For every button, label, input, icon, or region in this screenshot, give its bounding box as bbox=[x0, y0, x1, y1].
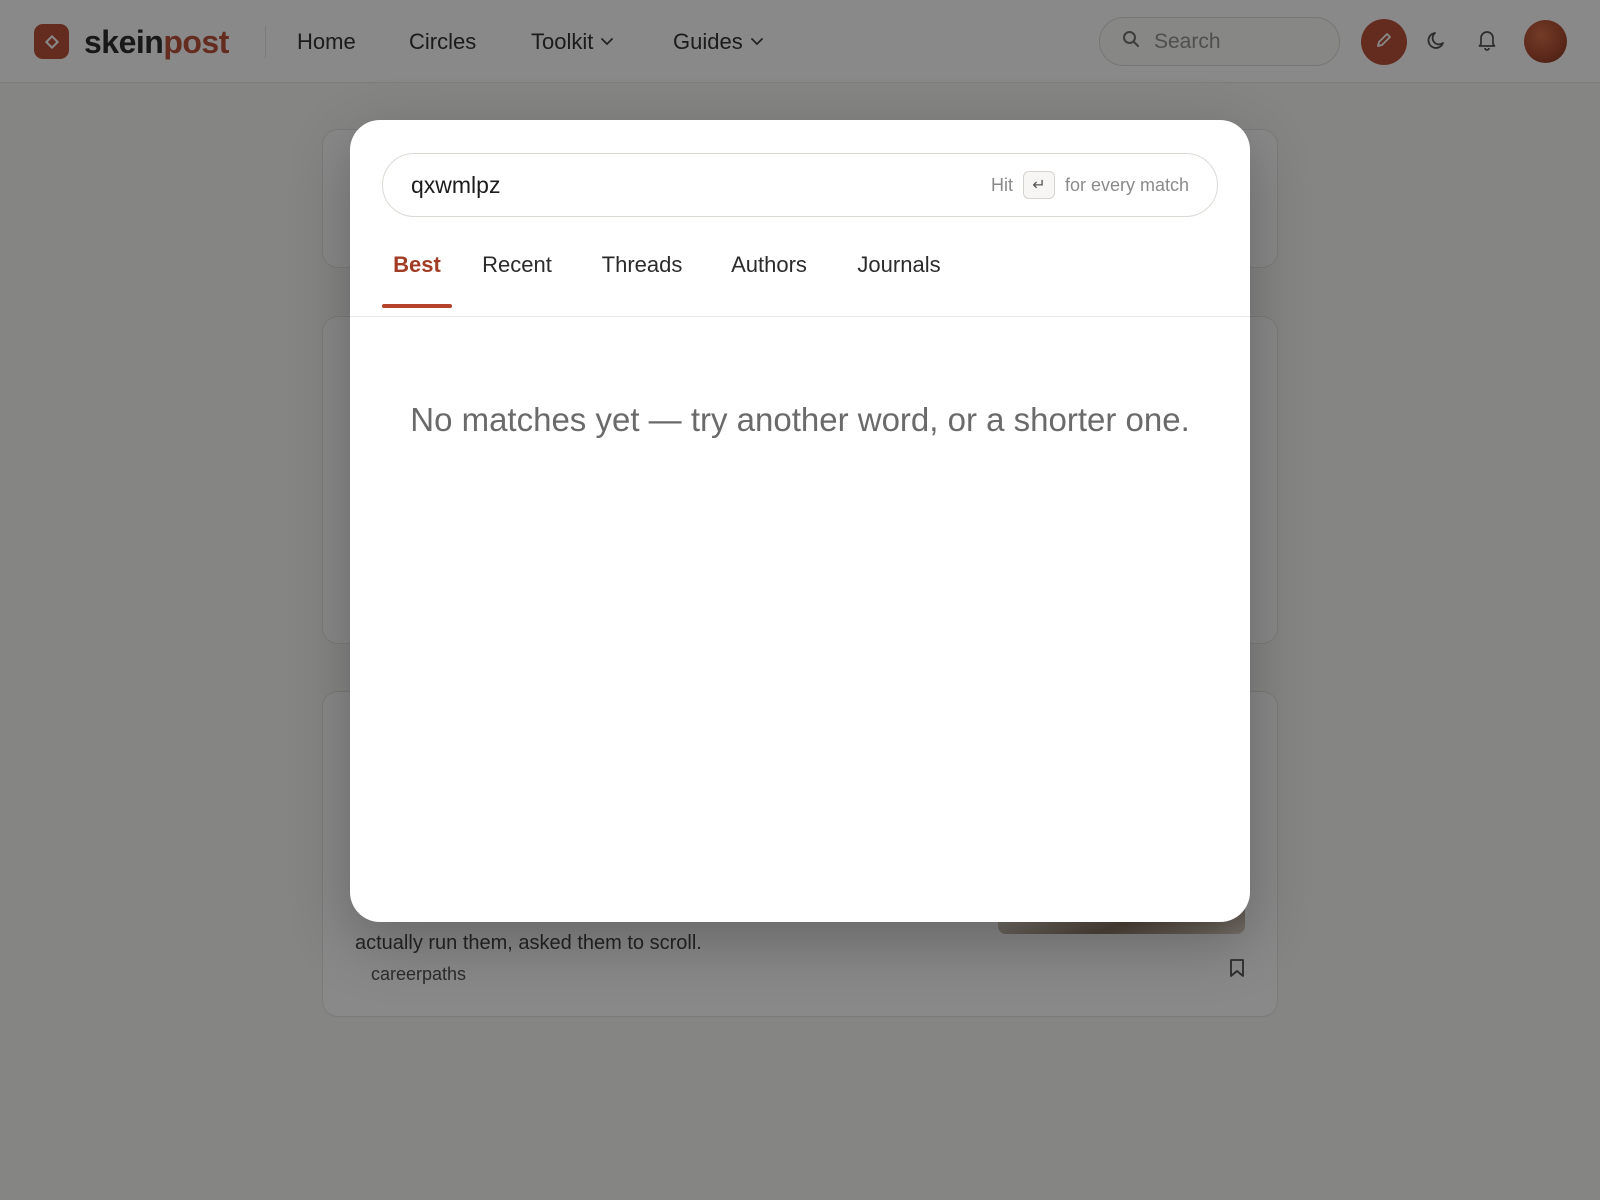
tab-journals[interactable]: Journals bbox=[836, 238, 962, 308]
tab-journals-label: Journals bbox=[857, 252, 941, 277]
search-hint: Hit ↵ for every match bbox=[991, 171, 1189, 199]
tab-best-label: Best bbox=[393, 252, 441, 277]
modal-search-box[interactable]: Hit ↵ for every match bbox=[382, 153, 1218, 217]
tab-threads[interactable]: Threads bbox=[582, 238, 702, 308]
tab-recent[interactable]: Recent bbox=[467, 238, 567, 308]
empty-results-message: No matches yet — try another word, or a … bbox=[410, 401, 1190, 438]
tab-threads-label: Threads bbox=[601, 252, 683, 277]
tab-authors[interactable]: Authors bbox=[712, 238, 826, 308]
tab-best[interactable]: Best bbox=[382, 238, 452, 308]
tab-authors-label: Authors bbox=[731, 252, 807, 277]
enter-key-icon: ↵ bbox=[1022, 171, 1055, 199]
hint-prefix: Hit bbox=[990, 174, 1013, 195]
tab-recent-label: Recent bbox=[482, 252, 552, 277]
hint-suffix: for every match bbox=[1064, 174, 1189, 195]
modal-search-input[interactable] bbox=[411, 171, 991, 199]
search-modal: Hit ↵ for every match Best Recent Thread… bbox=[350, 120, 1250, 922]
